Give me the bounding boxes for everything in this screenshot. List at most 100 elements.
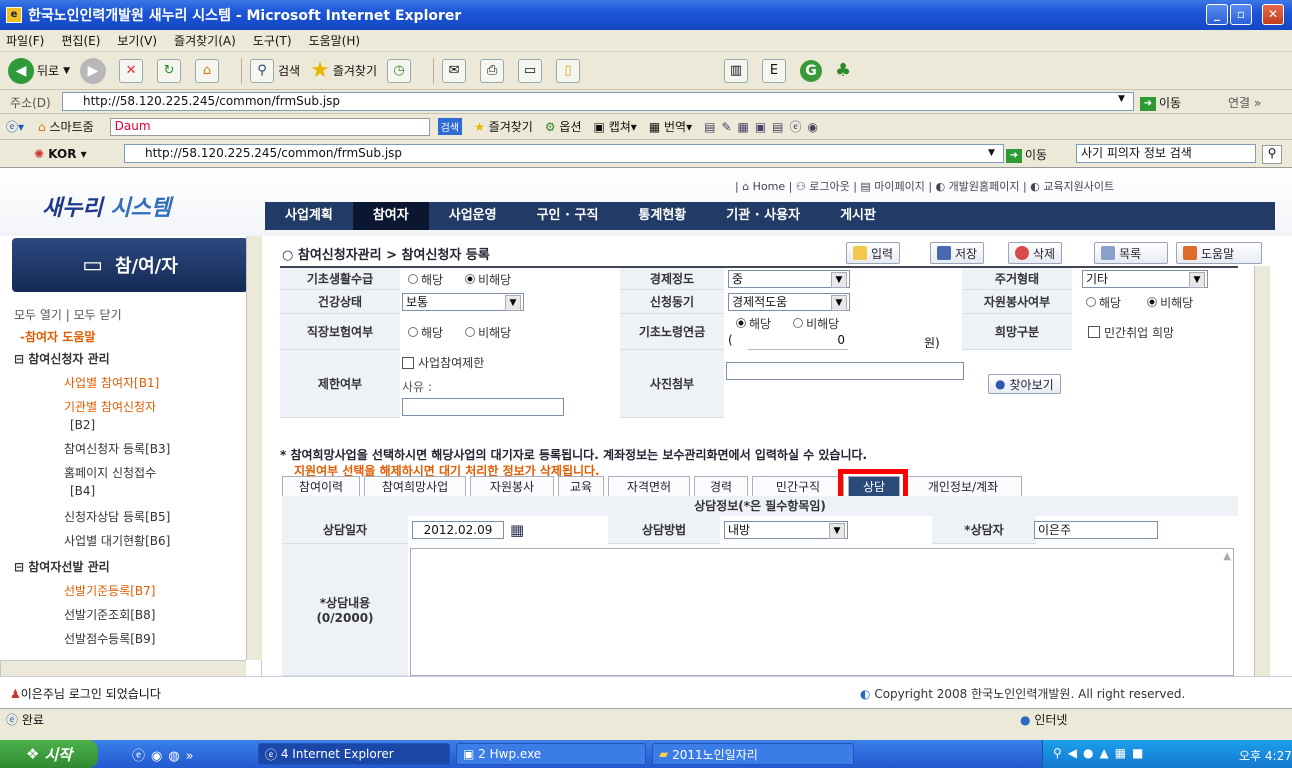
input-button[interactable]: 입력 [846, 242, 901, 264]
help-button[interactable]: 도움말 [1176, 242, 1262, 264]
sidebar-item-b7[interactable]: 선발기준등록[B7] [64, 582, 155, 599]
pension-radios[interactable]: 해당 비해당 [728, 316, 839, 331]
minimize-button[interactable]: _ [1206, 4, 1228, 25]
sidebar-hscrollbar[interactable] [0, 660, 246, 676]
browse-button[interactable]: ● 찾아보기 [988, 374, 1061, 394]
k-search-input[interactable]: 사기 피의자 정보 검색 [1076, 144, 1256, 163]
checkbox[interactable] [1088, 326, 1100, 338]
nav-business-plan[interactable]: 사업계획 [265, 202, 353, 230]
site-logo[interactable]: 새누리 시스템 [42, 190, 171, 222]
participant-help-link[interactable]: -참여자 도움말 [20, 328, 95, 345]
calendar-icon[interactable]: ▦ [510, 521, 524, 539]
motive-select[interactable]: 경제적도움 [728, 293, 850, 311]
home-button[interactable]: ⌂ [195, 58, 223, 83]
refresh-button[interactable]: ↻ [157, 58, 185, 83]
sidebar-item-b3[interactable]: 참여신청자 등록[B3] [64, 440, 170, 457]
start-button[interactable]: ❖ 시작 [0, 740, 98, 768]
go-button[interactable]: ➜ 이동 [1140, 94, 1181, 111]
menu-favorites[interactable]: 즐겨찾기(A) [174, 32, 236, 49]
tree-group-selection[interactable]: ⊟ 참여자선발 관리 [14, 558, 110, 575]
research-button[interactable]: ▥ [724, 58, 752, 83]
checkbox[interactable] [402, 356, 414, 369]
sidebar-item-b1[interactable]: 사업별 참여자[B1] [64, 374, 159, 391]
list-button[interactable]: 목록 [1094, 242, 1168, 264]
maximize-button[interactable]: ▫ [1230, 4, 1252, 25]
nav-operation[interactable]: 사업운영 [429, 202, 517, 230]
taskbar-folder[interactable]: ▰ 2011노인일자리 [652, 743, 854, 765]
quick-launch[interactable]: ⓔ◉◍» [132, 745, 200, 764]
link-favorites[interactable]: ★ 즐겨찾기 [474, 118, 533, 135]
tray-icons[interactable]: ⚲◀●▲▦■ [1053, 746, 1149, 760]
menu-edit[interactable]: 편집(E) [61, 32, 100, 49]
health-select[interactable]: 보통 [402, 293, 524, 311]
g-button[interactable]: G [800, 59, 825, 82]
nav-jobs[interactable]: 구인 · 구직 [517, 202, 619, 230]
link-options[interactable]: ⚙ 옵션 [545, 118, 582, 135]
taskbar-hwp[interactable]: ▣ 2 Hwp.exe [456, 743, 646, 765]
tab-private-job[interactable]: 민간구직 [752, 476, 844, 496]
menu-help[interactable]: 도움말(H) [309, 32, 361, 49]
reason-input[interactable] [402, 398, 564, 416]
links-label[interactable]: 연결 » [1228, 94, 1261, 111]
delete-button[interactable]: 삭제 [1008, 242, 1063, 264]
tab-license[interactable]: 자격면허 [608, 476, 690, 496]
sidebar-item-b2-code[interactable]: [B2] [70, 418, 95, 432]
link-capture[interactable]: ▣ 캡쳐▾ [594, 118, 637, 135]
nav-stats[interactable]: 통계현황 [618, 202, 706, 230]
basic-living-radios[interactable]: 해당 비해당 [400, 268, 511, 290]
smartzoom-button[interactable]: ⌂ 스마트줌 [38, 118, 94, 135]
pension-amount-input[interactable]: 0 [748, 332, 848, 350]
radio-pen-no[interactable] [793, 318, 804, 328]
sidebar-item-b8[interactable]: 선발기준조회[B8] [64, 606, 155, 623]
tab-career[interactable]: 경력 [694, 476, 748, 496]
nav-board[interactable]: 게시판 [820, 202, 896, 230]
tab-history[interactable]: 참여이력 [282, 476, 360, 496]
menu-view[interactable]: 보기(V) [117, 32, 157, 49]
back-button[interactable]: ◀ 뒤로 ▼ [8, 57, 70, 84]
k-address-input[interactable]: http://58.120.225.245/common/frmSub.jsp [124, 144, 1004, 163]
utility-nav[interactable]: | ⌂ Home | ⚇ 로그아웃 | ▤ 마이페이지 | ◐ 개발원홈페이지 … [735, 178, 1114, 194]
hope-checkbox[interactable]: 민간취업 희망 [1088, 314, 1174, 350]
stop-button[interactable]: ✕ [119, 58, 147, 83]
insurance-radios[interactable]: 해당 비해당 [400, 314, 511, 350]
close-button[interactable]: ✕ [1262, 4, 1284, 25]
radio-basic-no[interactable] [465, 274, 476, 284]
sidebar-item-b5[interactable]: 신청자상담 등록[B5] [64, 508, 170, 525]
chevron-down-icon[interactable]: ▼ [1118, 94, 1125, 104]
forward-button[interactable]: ▶ [80, 57, 109, 84]
daum-search-input[interactable]: Daum [109, 117, 430, 136]
content-scrollbar[interactable] [1254, 266, 1270, 676]
history-button[interactable]: ◷ [387, 58, 415, 83]
chevron-down-icon[interactable]: ▼ [988, 148, 995, 158]
radio-basic-yes[interactable] [408, 274, 418, 284]
radio-vol-yes[interactable] [1086, 297, 1096, 307]
consult-date-input[interactable]: 2012.02.09 [412, 521, 504, 539]
lang-selector[interactable]: ✺ KOR ▾ [34, 147, 87, 161]
taskbar-ie[interactable]: ⓔ 4 Internet Explorer [258, 743, 450, 765]
folder-button[interactable]: ▯ [556, 58, 584, 83]
sidebar-item-b9[interactable]: 선발점수등록[B9] [64, 630, 155, 647]
sidebar-scrollbar[interactable] [246, 236, 262, 660]
menu-tools[interactable]: 도구(T) [253, 32, 292, 49]
radio-vol-no[interactable] [1147, 297, 1158, 307]
print-button[interactable]: ⎙ [480, 58, 508, 83]
scroll-up-icon[interactable]: ▲ [1223, 551, 1231, 562]
volunteer-radios[interactable]: 해당 비해당 [1078, 290, 1193, 314]
limit-checkbox[interactable]: 사업참여제한 [402, 354, 484, 371]
sidebar-item-b4[interactable]: 홈페이지 신청접수 [64, 464, 156, 481]
favorites-button[interactable]: ★ 즐겨찾기 [310, 58, 377, 83]
mail-button[interactable]: ✉ [442, 58, 470, 83]
menu-file[interactable]: 파일(F) [6, 32, 44, 49]
sidebar-item-b6[interactable]: 사업별 대기현황[B6] [64, 532, 170, 549]
consult-content-textarea[interactable]: ▲ [410, 548, 1234, 676]
radio-ins-no[interactable] [465, 327, 476, 337]
sidebar-item-b4-code[interactable]: [B4] [70, 484, 95, 498]
e-logo-icon[interactable]: ⓔ▾ [6, 118, 24, 135]
search-icon[interactable]: ⚲ [1262, 145, 1282, 164]
toolbar-icons[interactable]: ▤✎▦▣▤ⓔ◉ [704, 118, 824, 135]
search-button[interactable]: ⚲ 검색 [250, 58, 300, 83]
link-translate[interactable]: ▦ 번역▾ [649, 118, 692, 135]
tab-personal-account[interactable]: 개인정보/계좌 [904, 476, 1022, 496]
address-input[interactable]: http://58.120.225.245/common/frmSub.jsp [62, 92, 1134, 111]
consultant-input[interactable]: 이은주 [1034, 521, 1158, 539]
